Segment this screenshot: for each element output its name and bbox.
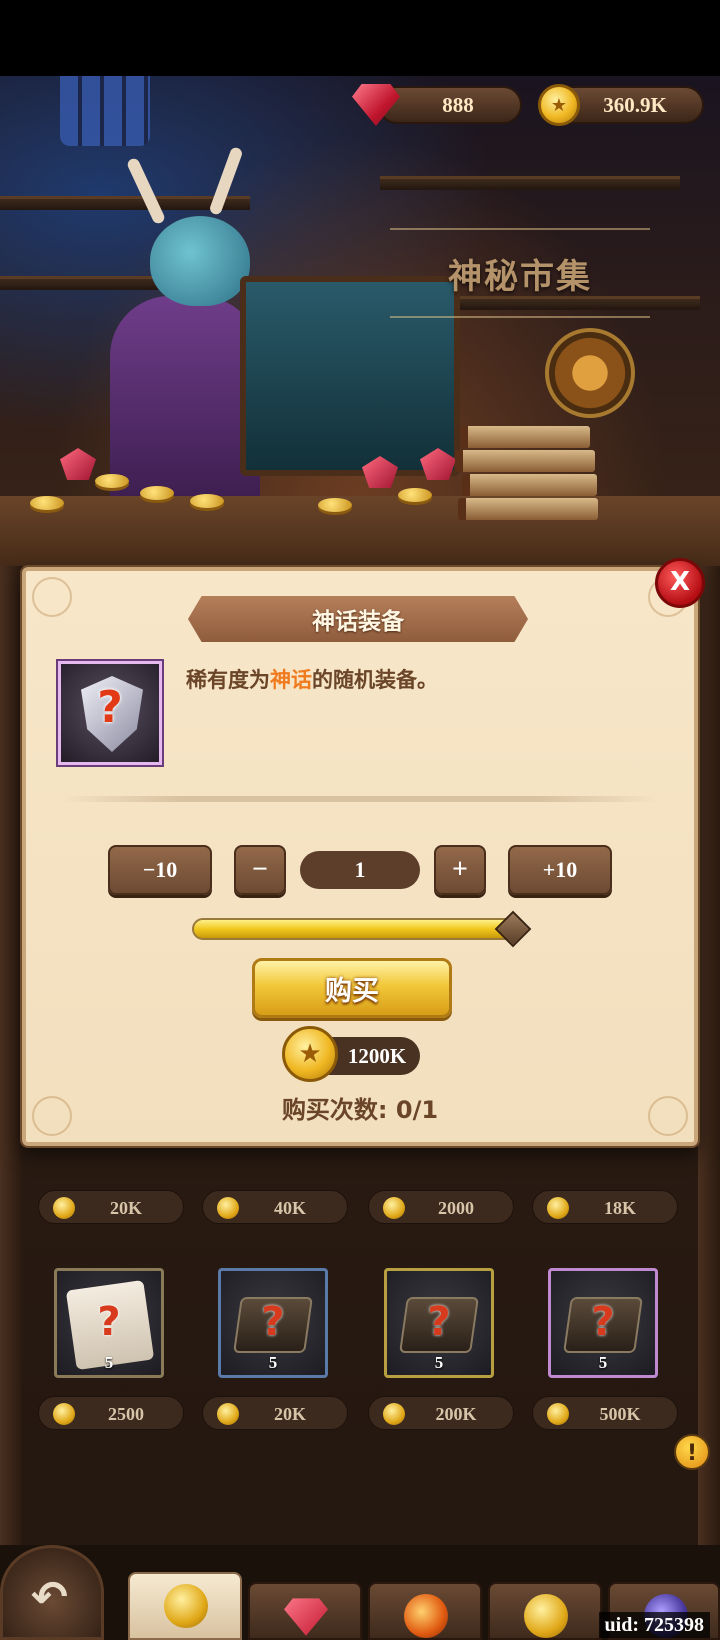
book-decoration bbox=[455, 450, 595, 472]
shop-item-card[interactable]: ? 5 bbox=[54, 1268, 164, 1378]
item-quantity: 5 bbox=[104, 1353, 114, 1372]
shop-title: 神秘市集 bbox=[448, 256, 592, 297]
dialog-title-banner: 神话装备 bbox=[188, 596, 528, 642]
shelf bbox=[380, 176, 680, 190]
quantity-slider[interactable] bbox=[192, 918, 522, 940]
item-icon-frame: ? bbox=[58, 661, 162, 765]
coin-icon bbox=[53, 1403, 75, 1425]
status-bar bbox=[0, 0, 720, 76]
coin-icon bbox=[217, 1403, 239, 1425]
gold-coin-icon bbox=[524, 1594, 568, 1638]
price-value: 40K bbox=[273, 1198, 306, 1218]
price-value: 2000 bbox=[438, 1198, 474, 1218]
price-tag[interactable]: 20K bbox=[38, 1190, 184, 1224]
minus-button[interactable]: − bbox=[234, 845, 286, 895]
item-description: 稀有度为神话的随机装备。 bbox=[186, 664, 438, 694]
divider bbox=[60, 796, 660, 802]
ember-icon bbox=[404, 1594, 448, 1638]
coin-decoration bbox=[190, 494, 224, 508]
price-tag[interactable]: 2000 bbox=[368, 1190, 514, 1224]
coin-icon bbox=[547, 1197, 569, 1219]
back-arrow-icon: ↶ bbox=[31, 1572, 68, 1623]
item-quantity: 5 bbox=[268, 1353, 278, 1372]
coin-icon bbox=[547, 1403, 569, 1425]
back-button[interactable]: ↶ bbox=[0, 1545, 104, 1640]
coin-icon bbox=[217, 1197, 239, 1219]
dialog-title: 神话装备 bbox=[312, 609, 404, 635]
coin-decoration bbox=[398, 488, 432, 502]
shop-item-card[interactable]: ? 5 bbox=[218, 1268, 328, 1378]
mystery-icon: ? bbox=[261, 1299, 285, 1345]
rarity-highlight: 神话 bbox=[270, 668, 312, 692]
coin-decoration bbox=[30, 496, 64, 510]
book-decoration bbox=[462, 474, 597, 496]
tab-gem-shop[interactable] bbox=[248, 1582, 362, 1640]
mystery-icon: ? bbox=[591, 1299, 615, 1345]
price-tag[interactable]: 40K bbox=[202, 1190, 348, 1224]
corner-ornament bbox=[32, 577, 72, 617]
item-quantity: 5 bbox=[434, 1353, 444, 1372]
plus-button[interactable]: + bbox=[434, 845, 486, 895]
price-value: 20K bbox=[109, 1198, 142, 1218]
price-tag[interactable]: 18K bbox=[532, 1190, 678, 1224]
price-tag[interactable]: 2500 bbox=[38, 1396, 184, 1430]
coin-decoration bbox=[140, 486, 174, 500]
tab-gold-shop[interactable] bbox=[128, 1572, 242, 1640]
shop-item-card[interactable]: ? 5 bbox=[384, 1268, 494, 1378]
gem-balance: 888 bbox=[378, 86, 522, 124]
gold-coin-icon bbox=[164, 1584, 208, 1628]
window-decoration bbox=[60, 76, 150, 146]
gem-icon bbox=[284, 1598, 328, 1636]
price-value: 200K bbox=[435, 1404, 477, 1424]
gold-coin-icon: ★ bbox=[538, 84, 580, 126]
alert-icon[interactable]: ! bbox=[674, 1434, 710, 1470]
price-value: 2500 bbox=[108, 1404, 144, 1424]
mystery-icon: ? bbox=[97, 682, 123, 733]
minus-ten-button[interactable]: −10 bbox=[108, 845, 212, 895]
coin-icon bbox=[383, 1403, 405, 1425]
gold-coin-icon: ★ bbox=[282, 1026, 338, 1082]
coin-icon bbox=[383, 1197, 405, 1219]
coin-icon bbox=[53, 1197, 75, 1219]
tab-ember-shop[interactable] bbox=[368, 1582, 482, 1640]
book-decoration bbox=[460, 426, 590, 448]
shop-item-card[interactable]: ? 5 bbox=[548, 1268, 658, 1378]
buy-label: 购买 bbox=[325, 975, 379, 1007]
gold-amount: 360.9K bbox=[603, 93, 667, 117]
book-decoration bbox=[458, 498, 598, 520]
item-quantity: 5 bbox=[598, 1353, 608, 1372]
price-tag[interactable]: 20K bbox=[202, 1396, 348, 1430]
description-suffix: 的随机装备。 bbox=[312, 668, 438, 692]
price-value: 20K bbox=[273, 1404, 306, 1424]
shop-title-banner: 神秘市集 bbox=[390, 228, 650, 318]
coin-decoration bbox=[95, 474, 129, 488]
price-value: 500K bbox=[599, 1404, 641, 1424]
tab-coin-shop[interactable] bbox=[488, 1582, 602, 1640]
coin-decoration bbox=[318, 498, 352, 512]
shop-scene-background: 神秘市集 bbox=[0, 76, 720, 566]
close-button[interactable]: X bbox=[655, 558, 705, 608]
uid-label: uid: 725398 bbox=[598, 1612, 710, 1638]
mystery-icon: ? bbox=[97, 1299, 121, 1345]
price-value: 18K bbox=[603, 1198, 636, 1218]
clock-decoration bbox=[545, 328, 635, 418]
price-tag[interactable]: 500K bbox=[532, 1396, 678, 1430]
cost-value: 1200K bbox=[347, 1044, 407, 1068]
quantity-display: 1 bbox=[300, 851, 420, 889]
description-prefix: 稀有度为 bbox=[186, 668, 270, 692]
price-tag[interactable]: 200K bbox=[368, 1396, 514, 1430]
counter bbox=[0, 496, 720, 566]
mystery-icon: ? bbox=[427, 1299, 451, 1345]
purchase-count: 购买次数: 0/1 bbox=[281, 1096, 439, 1124]
plus-ten-button[interactable]: +10 bbox=[508, 845, 612, 895]
buy-button[interactable]: 购买 bbox=[252, 958, 452, 1018]
gem-amount: 888 bbox=[442, 93, 474, 117]
